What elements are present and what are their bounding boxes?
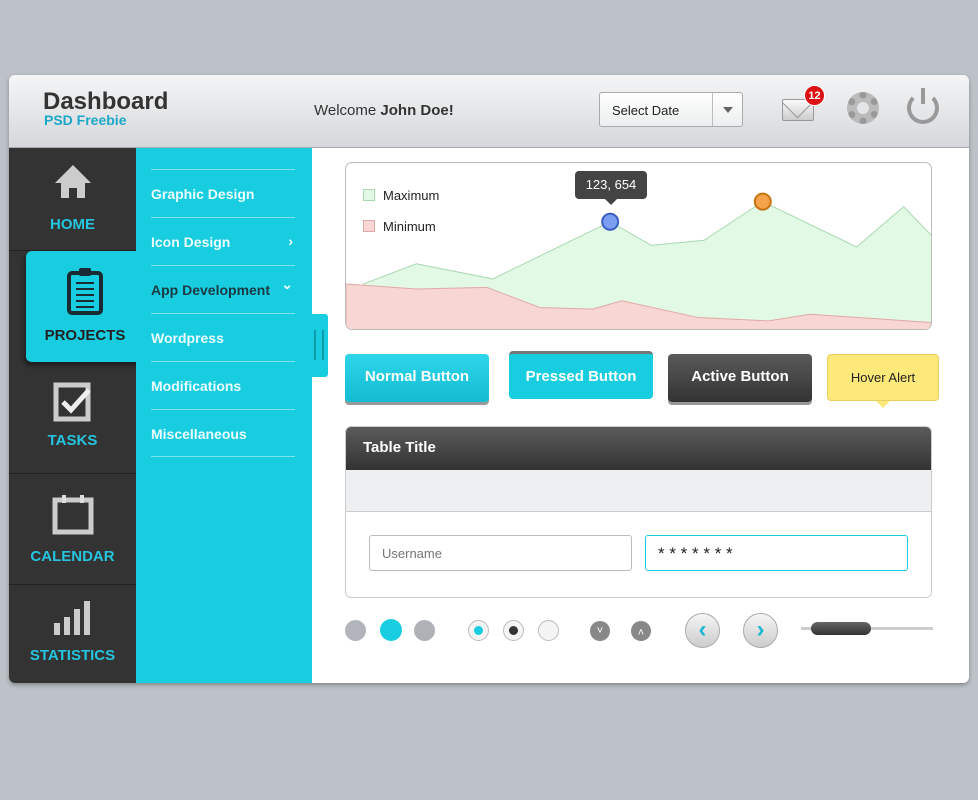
password-input[interactable]: * * * * * * * [645, 535, 908, 571]
sidebar-item-label: CALENDAR [30, 548, 115, 565]
sidebar-item-projects[interactable]: PROJECTS [26, 251, 144, 363]
submenu-item-icon-design[interactable]: Icon Design › [151, 217, 295, 265]
pagination-dot-active[interactable] [380, 619, 402, 641]
welcome-prefix: Welcome [314, 102, 381, 119]
table-row [346, 470, 931, 512]
chevron-down-icon[interactable]: ˅ [590, 621, 610, 641]
radio-selected-blue[interactable] [468, 620, 489, 641]
chevron-down-icon: ⌄ [281, 276, 293, 292]
sidebar-item-label: HOME [50, 216, 95, 233]
radio-selected-dark[interactable] [503, 620, 524, 641]
header: Dashboard PSD Freebie Welcome John Doe! … [9, 75, 969, 148]
submenu-item-app-development[interactable]: App Development ⌄ [151, 265, 295, 313]
sidebar-item-statistics[interactable]: STATISTICS [9, 585, 136, 683]
submenu-item-label: Miscellaneous [151, 426, 247, 442]
submenu-item-label: Icon Design [151, 234, 231, 250]
legend-minimum: Minimum [363, 219, 436, 234]
hover-alert: Hover Alert [827, 354, 939, 408]
welcome-text: Welcome John Doe! [314, 102, 454, 119]
legend-label: Maximum [383, 188, 440, 203]
submenu-item-wordpress[interactable]: Wordpress [151, 313, 295, 361]
power-icon[interactable] [907, 88, 939, 124]
date-select[interactable]: Select Date [599, 92, 743, 127]
username-input[interactable] [369, 535, 632, 571]
user-name: John Doe! [380, 102, 454, 119]
highlight-point[interactable] [753, 192, 772, 211]
gear-icon[interactable] [847, 92, 879, 124]
pagination-dot[interactable] [345, 620, 366, 641]
chevron-down-icon[interactable] [712, 93, 742, 126]
clipboard-icon [67, 268, 103, 315]
chart-tooltip: 123, 654 [575, 171, 647, 205]
sidebar-item-label: STATISTICS [29, 647, 116, 664]
table: Table Title * * * * * * * [345, 426, 932, 598]
calendar-icon [52, 495, 93, 535]
active-button[interactable]: Active Button [668, 354, 812, 402]
slider-handle[interactable] [811, 622, 871, 635]
sidebar-item-home[interactable]: HOME [9, 148, 136, 251]
submenu-item-graphic-design[interactable]: Graphic Design [151, 169, 295, 217]
mail-count-badge: 12 [804, 85, 825, 106]
normal-button[interactable]: Normal Button [345, 354, 489, 402]
previous-arrow-button[interactable]: ‹ [685, 613, 720, 648]
submenu-item-label: Graphic Design [151, 186, 255, 202]
pagination-dot[interactable] [414, 620, 435, 641]
area-chart: Maximum Minimum 123, 654 [345, 162, 932, 330]
dashboard-window: Dashboard PSD Freebie Welcome John Doe! … [9, 75, 969, 683]
table-title: Table Title [346, 427, 931, 470]
date-select-label: Select Date [612, 103, 680, 118]
submenu-resize-handle[interactable] [312, 314, 328, 377]
submenu-item-modifications[interactable]: Modifications [151, 361, 295, 409]
home-icon [54, 165, 91, 198]
radio-unselected[interactable] [538, 620, 559, 641]
legend-swatch [363, 220, 375, 232]
submenu-item-label: Modifications [151, 378, 242, 394]
submenu-item-miscellaneous[interactable]: Miscellaneous [151, 409, 295, 457]
submenu: Graphic Design Icon Design › App Developm… [136, 148, 312, 683]
sidebar-item-label: TASKS [47, 432, 98, 449]
legend-maximum: Maximum [363, 188, 439, 203]
sidebar-item-tasks[interactable]: TASKS [9, 370, 136, 474]
bar-chart-icon [53, 601, 90, 635]
legend-swatch [363, 189, 375, 201]
next-arrow-button[interactable]: › [743, 613, 778, 648]
checkbox-icon [53, 382, 91, 422]
chevron-up-icon[interactable]: ˄ [631, 621, 651, 641]
sidebar-item-label: PROJECTS [44, 327, 126, 344]
app-subtitle: PSD Freebie [44, 112, 127, 128]
sidebar: HOME PROJECTS TASKS CALENDAR STATISTICS [9, 148, 144, 683]
chevron-right-icon: › [288, 233, 293, 249]
submenu-item-label: App Development [151, 282, 271, 298]
legend-label: Minimum [383, 219, 436, 234]
sidebar-item-calendar[interactable]: CALENDAR [9, 474, 136, 585]
hover-alert-text: Hover Alert [850, 370, 916, 385]
hovered-point[interactable] [601, 212, 620, 231]
pressed-button[interactable]: Pressed Button [509, 351, 653, 399]
submenu-item-label: Wordpress [151, 330, 224, 346]
